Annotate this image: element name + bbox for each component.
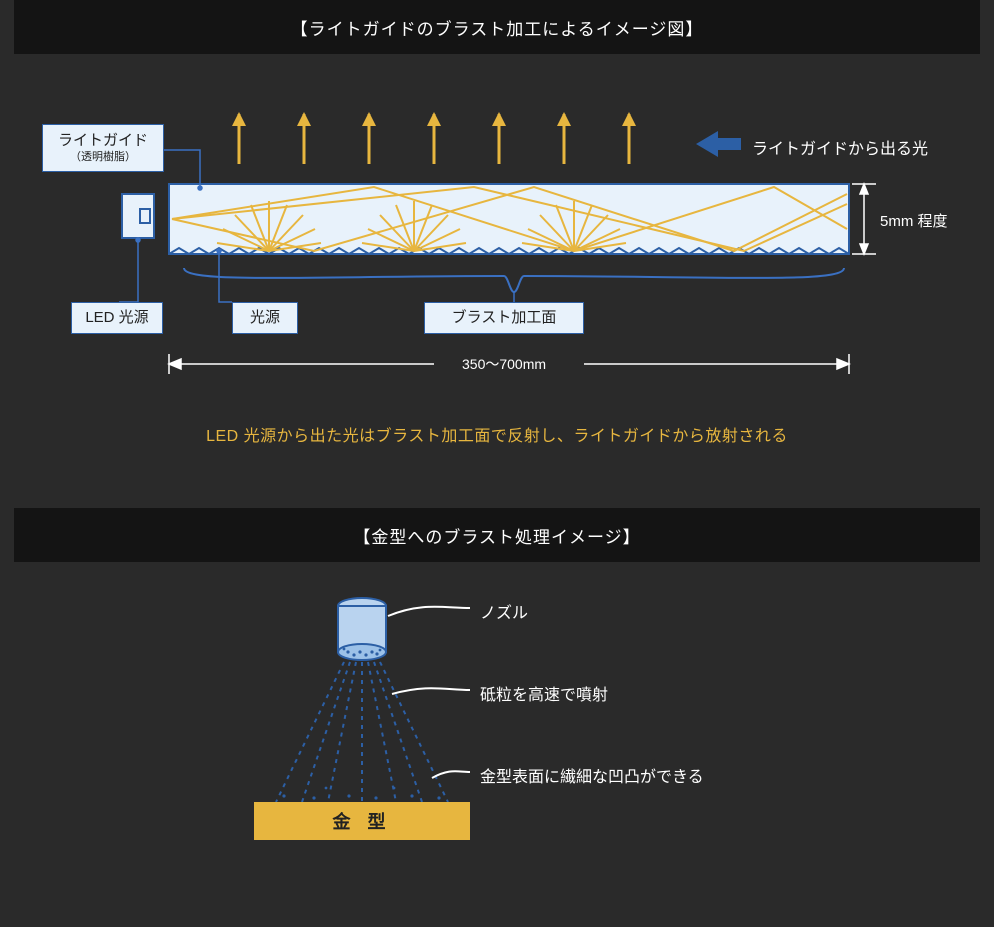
label-blastsurf: ブラスト加工面 [424, 302, 584, 334]
label-thickness: 5mm 程度 [880, 210, 948, 231]
diagram-mold: 金 型 ノズル 砥粒を高速で噴射 金型表面に繊細な凹凸ができる [14, 566, 980, 856]
lightguide-svg [14, 54, 980, 474]
label-lightguide: ライトガイド （透明樹脂） [42, 124, 164, 172]
mold-label: 金 型 [332, 808, 391, 834]
label-innerlight-text: 光源 [250, 309, 280, 328]
label-lightguide-sub: （透明樹脂） [70, 151, 136, 165]
label-led: LED 光源 [71, 302, 163, 334]
diagram-lightguide: ライトガイド （透明樹脂） LED 光源 光源 ブラスト加工面 ライトガイドから… [14, 54, 980, 474]
label-surface: 金型表面に繊細な凹凸ができる [480, 763, 704, 787]
section1-title-text: 【ライトガイドのブラスト加工によるイメージ図】 [291, 15, 704, 40]
label-nozzle: ノズル [480, 599, 528, 623]
section1-title: 【ライトガイドのブラスト加工によるイメージ図】 [14, 0, 980, 54]
emitted-light-arrow-icon [696, 131, 741, 157]
label-emitted: ライトガイドから出る光 [752, 135, 928, 159]
label-innerlight: 光源 [232, 302, 298, 334]
section1-caption: LED 光源から出た光はブラスト加工面で反射し、ライトガイドから放射される [14, 422, 980, 446]
label-lightguide-text: ライトガイド [58, 132, 148, 151]
section2-title: 【金型へのブラスト処理イメージ】 [14, 508, 980, 562]
section2-title-text: 【金型へのブラスト処理イメージ】 [353, 523, 640, 548]
mold-block: 金 型 [254, 802, 470, 840]
label-width: 350〜700mm [462, 354, 546, 374]
label-spray: 砥粒を高速で噴射 [480, 681, 608, 705]
label-led-text: LED 光源 [85, 309, 148, 328]
label-blastsurf-text: ブラスト加工面 [452, 309, 557, 328]
